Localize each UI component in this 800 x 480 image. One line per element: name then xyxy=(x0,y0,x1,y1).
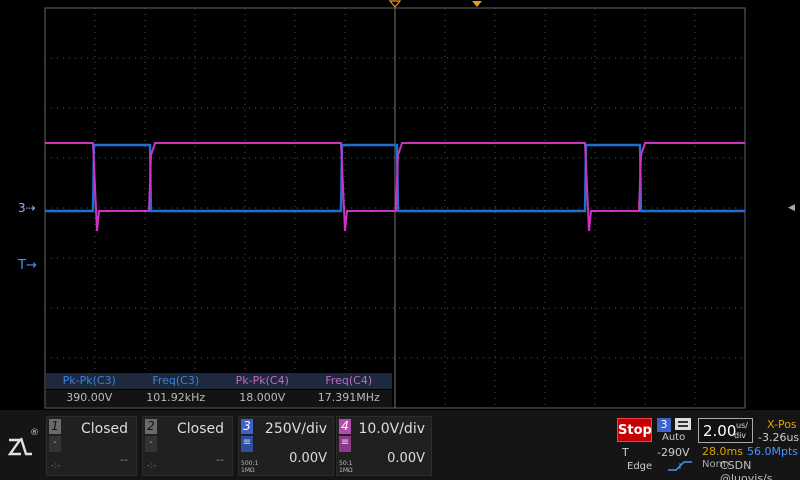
channel-4-probe: 50:1 1MΩ xyxy=(339,460,353,474)
timebase-value: 2.00 xyxy=(703,422,737,440)
trigger-mode[interactable]: Auto xyxy=(662,432,685,443)
measurement-value: 390.00V xyxy=(66,391,113,404)
right-panel-expand-icon[interactable]: ◀ xyxy=(788,203,795,213)
channel-2-state: Closed xyxy=(177,421,225,437)
channel-1-panel[interactable]: 1 - Closed -- -:- xyxy=(46,416,137,476)
trigger-level[interactable]: -290V xyxy=(657,446,690,459)
channel-1-state: Closed xyxy=(81,421,129,437)
channel-1-number: 1 xyxy=(49,419,61,434)
timebase-unit-bottom: div xyxy=(734,431,747,440)
channel-2-sub: - xyxy=(145,436,157,452)
measurement-label: Freq(C4) xyxy=(325,374,373,387)
channel-3-probe: 500:1 1MΩ xyxy=(241,460,259,474)
measurement-header: Pk-Pk(C3) Freq(C3) Pk-Pk(C4) Freq(C4) xyxy=(46,373,392,389)
timebase-unit-top: us/ xyxy=(736,421,748,430)
channel-4-offset: 0.00V xyxy=(387,451,425,466)
channel-4-panel[interactable]: 4 ≡ 10.0V/div 0.00V 50:1 1MΩ xyxy=(336,416,432,476)
x-position-label: X-Pos xyxy=(767,418,797,431)
channel-3-scale: 250V/div xyxy=(264,421,327,437)
channel-2-offset: -- xyxy=(216,453,224,466)
trigger-position-marker xyxy=(388,0,402,8)
channel-4-scale: 10.0V/div xyxy=(358,421,425,437)
channel-1-coupling: -:- xyxy=(51,461,61,471)
channel-1-sub: - xyxy=(49,436,61,452)
sample-rate: 56.0Mpts xyxy=(747,445,799,458)
channel-2-panel[interactable]: 2 - Closed -- -:- xyxy=(142,416,233,476)
channel-3-offset: 0.00V xyxy=(289,451,327,466)
channel-2-coupling: -:- xyxy=(147,461,157,471)
channel-4-coupling-icon: ≡ xyxy=(339,436,351,452)
measurement-label: Pk-Pk(C4) xyxy=(235,374,289,387)
measurement-values: 390.00V 101.92kHz 18.000V 17.391MHz xyxy=(46,390,392,407)
channel-3-panel[interactable]: 3 ≡ 250V/div 0.00V 500:1 1MΩ xyxy=(238,416,334,476)
trigger-menu-icon[interactable] xyxy=(675,418,691,430)
waveform-display[interactable]: 3⇢ T→ ◀ xyxy=(0,0,800,410)
channel-2-number: 2 xyxy=(145,419,157,434)
x-position-value[interactable]: -3.26us xyxy=(758,431,799,444)
registered-mark: ® xyxy=(30,428,39,438)
measurement-label: Pk-Pk(C3) xyxy=(62,374,116,387)
watermark-text: CSDN @luoyis/s xyxy=(720,459,773,480)
measurement-label: Freq(C3) xyxy=(152,374,200,387)
run-stop-button[interactable]: Stop xyxy=(617,418,652,442)
trigger-type[interactable]: Edge xyxy=(627,461,652,472)
trigger-source-badge[interactable]: 3 xyxy=(657,418,671,432)
channel-1-offset: -- xyxy=(120,453,128,466)
trigger-level-marker[interactable]: T→ xyxy=(18,258,37,273)
channel-4-number: 4 xyxy=(339,419,351,434)
measurement-value: 101.92kHz xyxy=(146,391,206,404)
channel-3-coupling-icon: ≡ xyxy=(241,436,253,452)
rising-edge-icon xyxy=(668,461,692,471)
graticule xyxy=(44,0,746,409)
timebase-control[interactable]: 2.00 us/ div xyxy=(698,418,753,443)
channel-3-number: 3 xyxy=(241,419,253,434)
measurement-value: 17.391MHz xyxy=(317,391,380,404)
acquisition-time: 28.0ms xyxy=(702,445,743,458)
channel-3-4-ground-marker[interactable]: 3⇢ xyxy=(18,201,36,215)
trigger-label: T xyxy=(622,446,629,459)
measurement-value: 18.000V xyxy=(239,391,286,404)
horizontal-position-marker xyxy=(472,1,482,7)
